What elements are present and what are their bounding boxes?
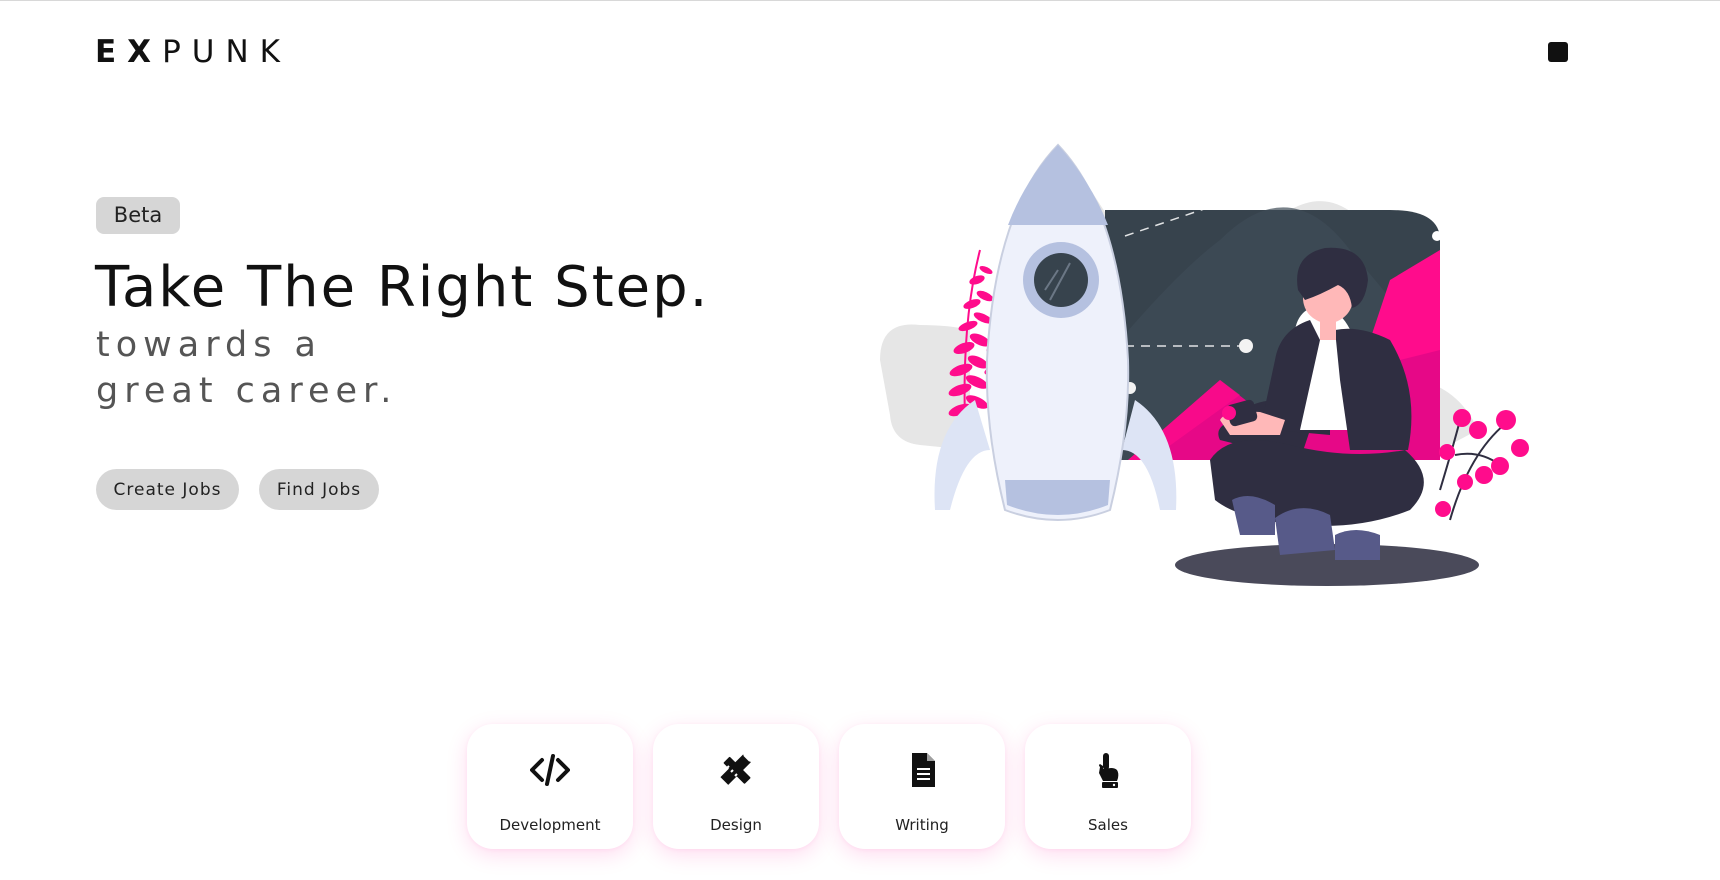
pencil-ruler-icon (716, 751, 756, 789)
top-border (0, 0, 1720, 1)
rocket-and-person-illustration (880, 130, 1529, 586)
category-card-sales[interactable]: Sales (1025, 724, 1191, 849)
pointing-hand-icon (1088, 751, 1128, 789)
hero-subtitle: towards a great career. (96, 325, 398, 411)
category-card-development[interactable]: Development (467, 724, 633, 849)
beta-badge: Beta (96, 197, 180, 234)
category-card-writing[interactable]: Writing (839, 724, 1005, 849)
hero-title: Take The Right Step. (95, 255, 710, 320)
category-label: Development (499, 816, 601, 834)
find-jobs-button[interactable]: Find Jobs (259, 469, 379, 510)
code-icon (530, 751, 570, 789)
logo[interactable]: EXPUNK (95, 32, 291, 72)
document-icon (902, 751, 942, 789)
category-label: Sales (1088, 816, 1128, 834)
logo-light-text: PUNK (162, 34, 291, 70)
logo-bold-text: EX (95, 34, 163, 70)
category-label: Design (710, 816, 762, 834)
category-card-design[interactable]: Design (653, 724, 819, 849)
category-label: Writing (895, 816, 949, 834)
create-jobs-button[interactable]: Create Jobs (96, 469, 239, 510)
menu-square-icon[interactable] (1548, 42, 1568, 62)
